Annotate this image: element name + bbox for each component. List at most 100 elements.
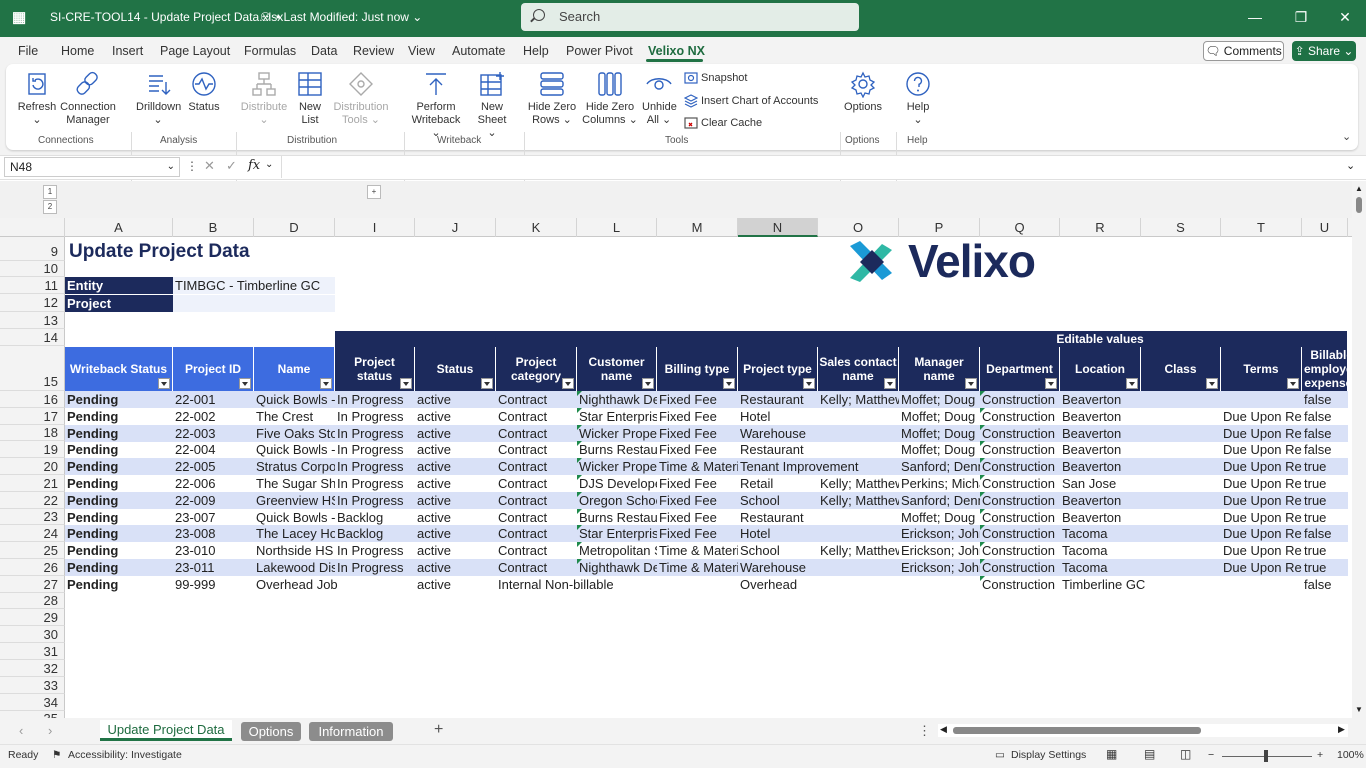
filter-dropdown-icon[interactable] [158, 378, 170, 389]
table-cell[interactable]: Pending [65, 510, 173, 526]
table-cell[interactable]: Kelly; Matthew [818, 476, 899, 492]
table-cell[interactable]: In Progress [335, 543, 415, 559]
table-cell[interactable]: School [738, 493, 818, 509]
table-cell[interactable]: Fixed Fee [657, 392, 738, 408]
table-cell[interactable]: Due Upon Receipt [1221, 493, 1302, 509]
row-header[interactable]: 9 [0, 237, 65, 261]
fx-dropdown-icon[interactable]: ⌄ [265, 159, 273, 170]
table-cell[interactable]: Fixed Fee [657, 493, 738, 509]
row-header[interactable]: 26 [0, 559, 65, 576]
table-cell[interactable]: false [1302, 577, 1348, 593]
table-cell[interactable]: Hotel [738, 409, 899, 425]
row-header[interactable]: 20 [0, 458, 65, 475]
tab-power-pivot[interactable]: Power Pivot [566, 44, 633, 58]
table-cell[interactable]: 23-011 [173, 560, 254, 576]
table-cell[interactable]: The Lacey Hotel [254, 526, 335, 542]
table-cell[interactable]: Due Upon Receipt [1221, 560, 1302, 576]
table-cell[interactable]: Construction [980, 510, 1060, 526]
outline-level-2-col[interactable]: 2 [43, 200, 57, 214]
filter-dropdown-icon[interactable] [1287, 378, 1299, 389]
insert-function-button[interactable]: fx [248, 158, 260, 173]
distribute-button[interactable]: Distribute ⌄ [238, 70, 290, 127]
table-cell[interactable]: 22-003 [173, 426, 254, 442]
comments-button[interactable]: 🗨 Comments [1203, 41, 1284, 61]
normal-view-icon[interactable]: ▦ [1106, 747, 1117, 761]
column-header[interactable]: B [173, 218, 254, 237]
refresh-button[interactable]: Refresh ⌄ [16, 70, 58, 127]
table-cell[interactable]: Warehouse [738, 560, 899, 576]
table-cell[interactable]: Erickson; John [899, 526, 980, 542]
display-settings-icon[interactable]: ▭ [995, 749, 1005, 761]
table-cell[interactable]: Contract [496, 426, 577, 442]
table-cell[interactable]: Moffet; Doug [899, 510, 980, 526]
table-cell[interactable]: Due Upon Receipt [1221, 543, 1302, 559]
table-cell[interactable]: Overhead Job [254, 577, 415, 593]
hide-zero-rows-button[interactable]: Hide Zero Rows ⌄ [526, 70, 578, 127]
help-button[interactable]: Help ⌄ [900, 70, 936, 127]
tab-update-project-data[interactable]: Update Project Data [100, 720, 232, 741]
column-header[interactable]: K [496, 218, 577, 237]
table-cell[interactable]: Pending [65, 560, 173, 576]
filter-dropdown-icon[interactable] [239, 378, 251, 389]
table-header[interactable]: Project status [335, 347, 415, 391]
table-cell[interactable]: School [738, 543, 818, 559]
entity-value[interactable]: TIMBGC - Timberline GC [173, 277, 335, 294]
row-header[interactable]: 13 [0, 312, 65, 329]
table-cell[interactable]: Time & Materials [657, 459, 738, 475]
table-cell[interactable]: Beaverton [1060, 459, 1221, 475]
page-layout-view-icon[interactable]: ▤ [1144, 747, 1155, 761]
table-cell[interactable]: Fixed Fee [657, 476, 738, 492]
table-cell[interactable]: Restaurant [738, 510, 899, 526]
table-cell[interactable]: Due Upon Receipt [1221, 426, 1302, 442]
table-cell[interactable]: 22-001 [173, 392, 254, 408]
last-modified[interactable]: • Last Modified: Just now ⌄ [276, 0, 422, 37]
column-header[interactable]: N [738, 218, 818, 237]
table-cell[interactable]: Kelly; Matthew [818, 392, 899, 408]
table-cell[interactable]: Star Enterprises [577, 409, 657, 425]
table-cell[interactable]: Sanford; Dennis [899, 459, 980, 475]
row-header[interactable]: 28 [0, 593, 65, 609]
table-cell[interactable]: Tacoma [1060, 526, 1221, 542]
table-cell[interactable]: Tacoma [1060, 543, 1221, 559]
table-cell[interactable]: Contract [496, 459, 577, 475]
table-cell[interactable]: false [1302, 426, 1348, 442]
row-header[interactable]: 31 [0, 643, 65, 660]
table-cell[interactable]: Pending [65, 442, 173, 458]
tab-view[interactable]: View [408, 44, 435, 58]
column-header[interactable]: R [1060, 218, 1141, 237]
table-cell[interactable]: Construction [980, 493, 1060, 509]
table-cell[interactable]: Construction [980, 543, 1060, 559]
table-cell[interactable]: active [415, 426, 496, 442]
table-cell[interactable]: In Progress [335, 476, 415, 492]
column-header[interactable]: U [1302, 218, 1348, 237]
close-button[interactable]: ✕ [1322, 0, 1366, 37]
insert-chart-of-accounts-button[interactable]: Insert Chart of Accounts [684, 94, 818, 108]
row-header[interactable]: 24 [0, 525, 65, 542]
table-cell[interactable]: active [415, 392, 496, 408]
column-header[interactable]: J [415, 218, 496, 237]
row-header[interactable]: 35 [0, 711, 65, 718]
table-cell[interactable]: Beaverton [1060, 426, 1221, 442]
row-header[interactable]: 15 [0, 346, 65, 391]
table-cell[interactable]: In Progress [335, 560, 415, 576]
table-cell[interactable]: San Jose [1060, 476, 1221, 492]
row-header[interactable]: 29 [0, 609, 65, 626]
collaborator-icon[interactable]: ⚇ [260, 0, 271, 37]
table-cell[interactable]: Construction [980, 560, 1060, 576]
table-header[interactable]: Status [415, 347, 496, 391]
table-cell[interactable]: active [415, 510, 496, 526]
table-cell[interactable]: Pending [65, 543, 173, 559]
zoom-slider-thumb[interactable] [1264, 750, 1268, 762]
select-all-corner[interactable] [34, 218, 65, 237]
zoom-level[interactable]: 100% [1337, 749, 1364, 761]
table-cell[interactable]: Moffet; Doug [899, 426, 980, 442]
table-cell[interactable]: Due Upon Receipt [1221, 459, 1302, 475]
table-cell[interactable]: Beaverton [1060, 493, 1221, 509]
table-cell[interactable]: Due Upon Receipt [1221, 476, 1302, 492]
table-header[interactable]: Billable employee expenses [1302, 347, 1352, 391]
table-cell[interactable]: Construction [980, 409, 1060, 425]
table-cell[interactable]: Quick Bowls - Main [254, 510, 335, 526]
table-cell[interactable]: Contract [496, 493, 577, 509]
filter-dropdown-icon[interactable] [481, 378, 493, 389]
row-header[interactable]: 16 [0, 391, 65, 408]
